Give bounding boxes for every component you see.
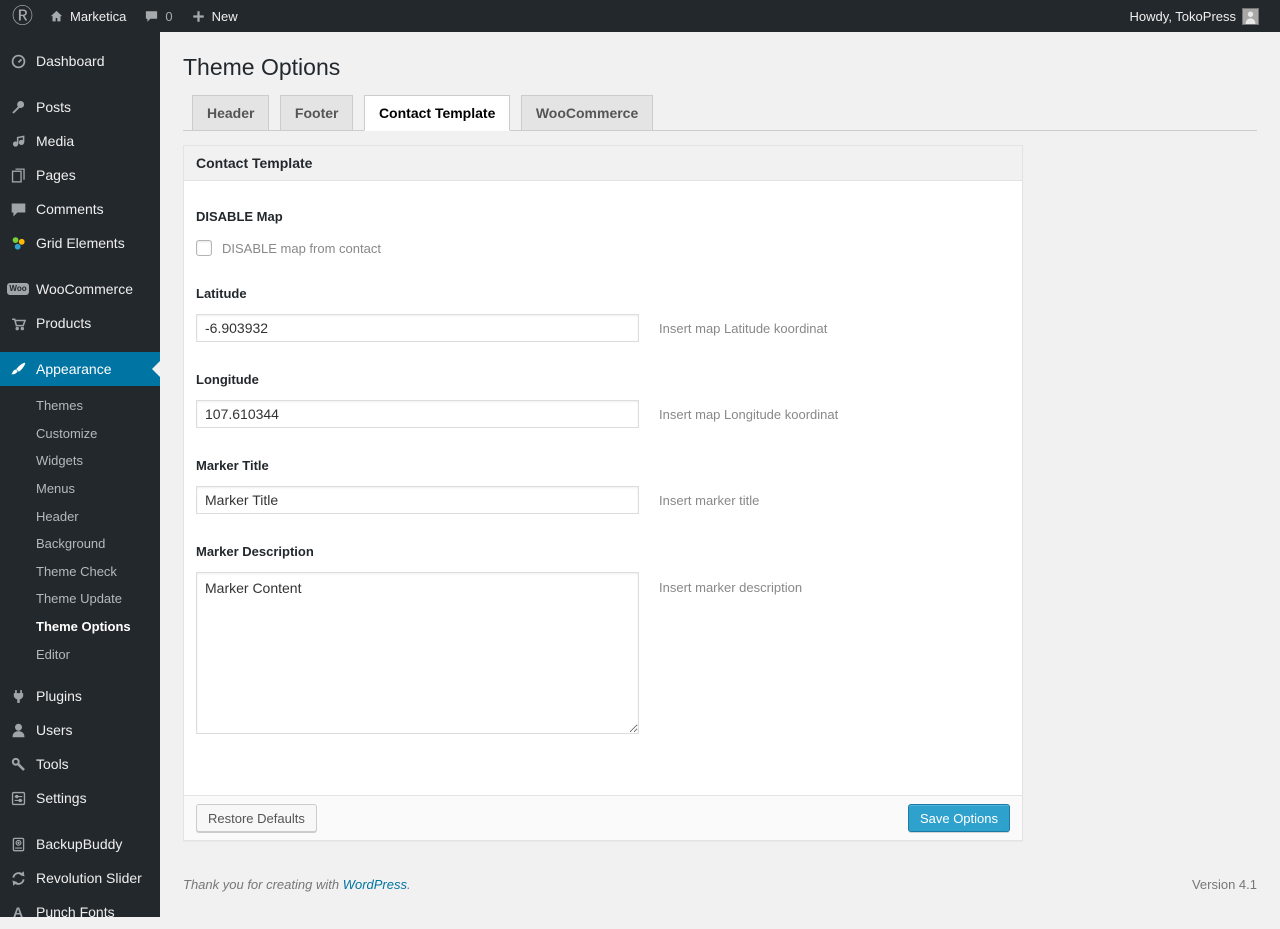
howdy-menu[interactable]: Howdy, TokoPress (1121, 0, 1268, 32)
sidebar-item-revolution-slider[interactable]: Revolution Slider (0, 861, 160, 895)
sidebar-item-dashboard[interactable]: Dashboard (0, 44, 160, 78)
latitude-input[interactable] (196, 314, 639, 342)
sidebar-item-woocommerce[interactable]: Woo WooCommerce (0, 272, 160, 306)
home-icon (49, 9, 64, 24)
sidebar-item-appearance[interactable]: Appearance (0, 352, 160, 386)
marker-description-hint: Insert marker description (659, 580, 803, 595)
panel-footer: Restore Defaults Save Options (184, 795, 1022, 840)
nav-tabs: Header Footer Contact Template WooCommer… (183, 95, 1257, 131)
latitude-hint: Insert map Latitude koordinat (659, 320, 828, 336)
avatar (1242, 7, 1259, 25)
site-name: Marketica (70, 8, 127, 24)
footer-thanks: Thank you for creating with WordPress. (183, 877, 411, 892)
comments-icon (8, 201, 28, 218)
latitude-label: Latitude (196, 286, 247, 301)
user-icon (8, 722, 28, 739)
sidebar-item-media[interactable]: Media (0, 124, 160, 158)
sidebar-item-grid-elements[interactable]: Grid Elements (0, 226, 160, 260)
pushpin-icon (8, 99, 28, 116)
wrench-icon (8, 756, 28, 773)
footer-version: Version 4.1 (1191, 877, 1257, 892)
media-icon (8, 133, 28, 150)
admin-sidebar: Dashboard Posts Media Pages Comments Gri… (0, 32, 160, 920)
sliders-icon (8, 790, 28, 807)
save-options-button[interactable]: Save Options (907, 804, 1010, 832)
sidebar-item-punch-fonts[interactable]: A Punch Fonts (0, 895, 160, 929)
tab-header[interactable]: Header (192, 95, 270, 131)
submenu-item-header[interactable]: Header (0, 503, 160, 531)
tab-woocommerce[interactable]: WooCommerce (520, 95, 654, 131)
longitude-hint: Insert map Longitude koordinat (659, 406, 839, 422)
site-menu[interactable]: Marketica (40, 0, 135, 32)
plus-icon (191, 9, 206, 24)
main-content: Theme Options Header Footer Contact Temp… (160, 0, 1280, 917)
tab-footer[interactable]: Footer (279, 95, 354, 131)
submenu-item-theme-options[interactable]: Theme Options (0, 613, 160, 641)
sidebar-item-plugins[interactable]: Plugins (0, 679, 160, 713)
sidebar-item-posts[interactable]: Posts (0, 90, 160, 124)
marker-title-label: Marker Title (196, 458, 269, 473)
grid-elements-icon (8, 235, 28, 252)
wordpress-logo-menu[interactable]: Ⓡ (0, 0, 40, 32)
woocommerce-icon: Woo (7, 283, 29, 295)
comments-menu[interactable]: 0 (135, 0, 181, 32)
new-label: New (211, 8, 238, 24)
dashboard-icon (8, 53, 28, 70)
submenu-item-customize[interactable]: Customize (0, 420, 160, 448)
sidebar-item-tools[interactable]: Tools (0, 747, 160, 781)
sidebar-item-backupbuddy[interactable]: BackupBuddy (0, 827, 160, 861)
submenu-item-menus[interactable]: Menus (0, 475, 160, 503)
cycle-arrows-icon (8, 870, 28, 887)
cart-icon (8, 315, 28, 332)
comments-count: 0 (165, 8, 173, 24)
longitude-label: Longitude (196, 372, 259, 387)
longitude-input[interactable] (196, 400, 639, 428)
disable-map-label: DISABLE Map (196, 209, 283, 224)
appearance-submenu: Themes Customize Widgets Menus Header Ba… (0, 386, 160, 676)
sidebar-item-comments[interactable]: Comments (0, 192, 160, 226)
panel-title: Contact Template (184, 146, 1022, 181)
wordpress-link[interactable]: WordPress (343, 877, 407, 892)
new-content-menu[interactable]: New (182, 0, 247, 32)
marker-description-label: Marker Description (196, 544, 314, 559)
sidebar-item-products[interactable]: Products (0, 306, 160, 340)
restore-defaults-button[interactable]: Restore Defaults (196, 804, 317, 832)
submenu-item-editor[interactable]: Editor (0, 641, 160, 669)
tab-contact-template[interactable]: Contact Template (363, 95, 511, 131)
letter-a-icon: A (12, 904, 24, 921)
pages-icon (8, 167, 28, 184)
panel-body: DISABLE Map DISABLE map from contact Lat… (184, 181, 1022, 795)
sidebar-item-settings[interactable]: Settings (0, 781, 160, 815)
disable-map-checkbox-label: DISABLE map from contact (222, 240, 381, 256)
marker-description-textarea[interactable]: Marker Content (196, 572, 639, 734)
plug-icon (8, 688, 28, 705)
marker-title-input[interactable] (196, 486, 639, 514)
paintbrush-icon (8, 361, 28, 378)
marker-title-hint: Insert marker title (659, 492, 760, 508)
submenu-item-background[interactable]: Background (0, 530, 160, 558)
page-footer: Thank you for creating with WordPress. V… (183, 857, 1257, 917)
submenu-item-widgets[interactable]: Widgets (0, 447, 160, 475)
submenu-item-theme-check[interactable]: Theme Check (0, 558, 160, 586)
contact-template-panel: Contact Template DISABLE Map DISABLE map… (183, 145, 1023, 841)
comment-bubble-icon (144, 9, 159, 24)
submenu-item-theme-update[interactable]: Theme Update (0, 585, 160, 613)
disable-map-checkbox[interactable] (196, 240, 212, 256)
sidebar-item-pages[interactable]: Pages (0, 158, 160, 192)
submenu-item-themes[interactable]: Themes (0, 392, 160, 420)
wordpress-logo-icon: Ⓡ (12, 4, 33, 28)
howdy-text: Howdy, TokoPress (1129, 8, 1236, 24)
page-title: Theme Options (183, 54, 341, 80)
sidebar-item-users[interactable]: Users (0, 713, 160, 747)
admin-bar: Ⓡ Marketica 0 New Howdy, TokoPress (0, 0, 1280, 32)
backup-disk-icon (8, 836, 28, 853)
